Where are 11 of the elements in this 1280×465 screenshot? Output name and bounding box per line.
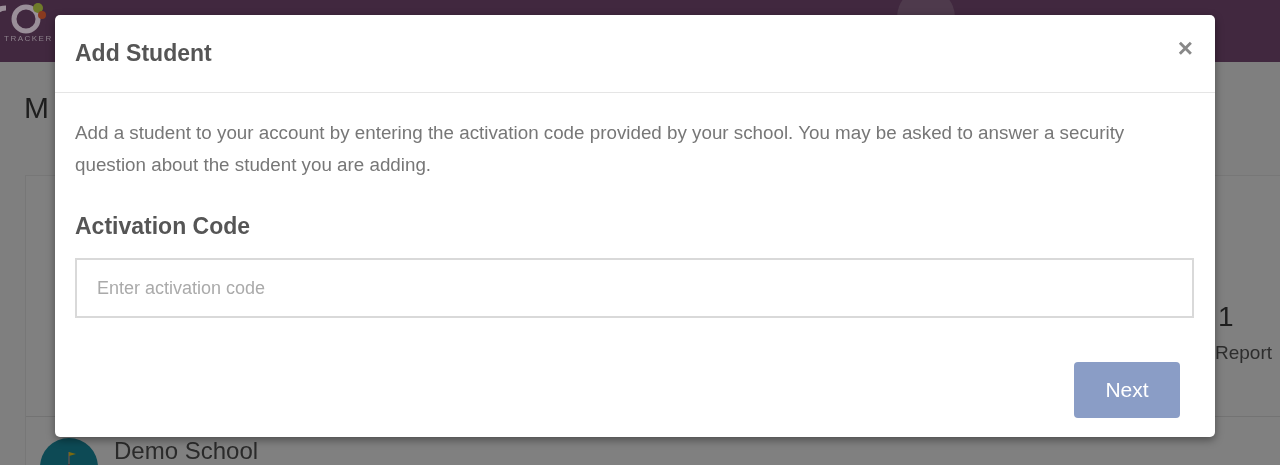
- dialog-description: Add a student to your account by entering the activation code provided by your school. You may be asked to answer a security question about the student you are adding.: [75, 121, 1126, 177]
- logo-caption: TRACKER: [4, 34, 53, 43]
- dialog-title: Add Student: [75, 40, 212, 67]
- page-title: M: [24, 90, 50, 126]
- logo-icon[interactable]: [0, 2, 46, 34]
- school-name: Demo School: [114, 438, 259, 464]
- field-label: Activation Code: [75, 213, 252, 240]
- stat-value: 1: [1218, 300, 1234, 334]
- stat-label: Report: [1215, 342, 1273, 364]
- activation-code-field[interactable]: Enter activation code: [75, 258, 1194, 318]
- close-button[interactable]: ×: [1175, 34, 1195, 61]
